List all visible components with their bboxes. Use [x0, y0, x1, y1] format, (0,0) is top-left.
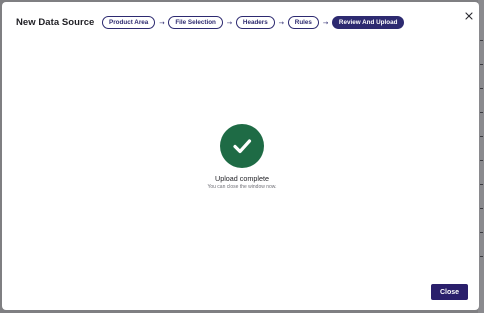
backdrop-tick: [480, 64, 483, 65]
step-rules[interactable]: Rules: [287, 16, 319, 29]
backdrop-tick: [480, 136, 483, 137]
arrow-right-icon: →: [226, 18, 233, 27]
arrow-right-icon: →: [159, 18, 165, 27]
upload-status-title: Upload complete: [215, 174, 269, 183]
upload-status-subtitle: You can close the window now.: [207, 184, 277, 190]
backdrop-tick: [480, 40, 483, 41]
backdrop-tick: [480, 160, 483, 161]
step-review-and-upload[interactable]: Review And Upload: [331, 16, 405, 29]
backdrop-tick: [480, 256, 483, 257]
new-data-source-modal: New Data Source Product Area → File Sele…: [2, 2, 479, 310]
backdrop-tick: [480, 184, 483, 185]
arrow-right-icon: →: [278, 18, 284, 27]
backdrop-tick: [480, 232, 483, 233]
backdrop-tick: [480, 208, 483, 209]
backdrop-tick: [480, 112, 483, 113]
modal-title: New Data Source: [16, 17, 95, 28]
step-product-area[interactable]: Product Area: [102, 16, 156, 29]
step-file-selection[interactable]: File Selection: [168, 16, 223, 29]
backdrop-tick: [480, 88, 483, 89]
close-icon[interactable]: [463, 10, 475, 22]
step-headers[interactable]: Headers: [235, 16, 275, 29]
close-button[interactable]: Close: [431, 284, 468, 300]
check-circle-icon: [220, 124, 264, 168]
stepper: Product Area → File Selection → Headers …: [102, 15, 405, 30]
arrow-right-icon: →: [322, 18, 329, 27]
